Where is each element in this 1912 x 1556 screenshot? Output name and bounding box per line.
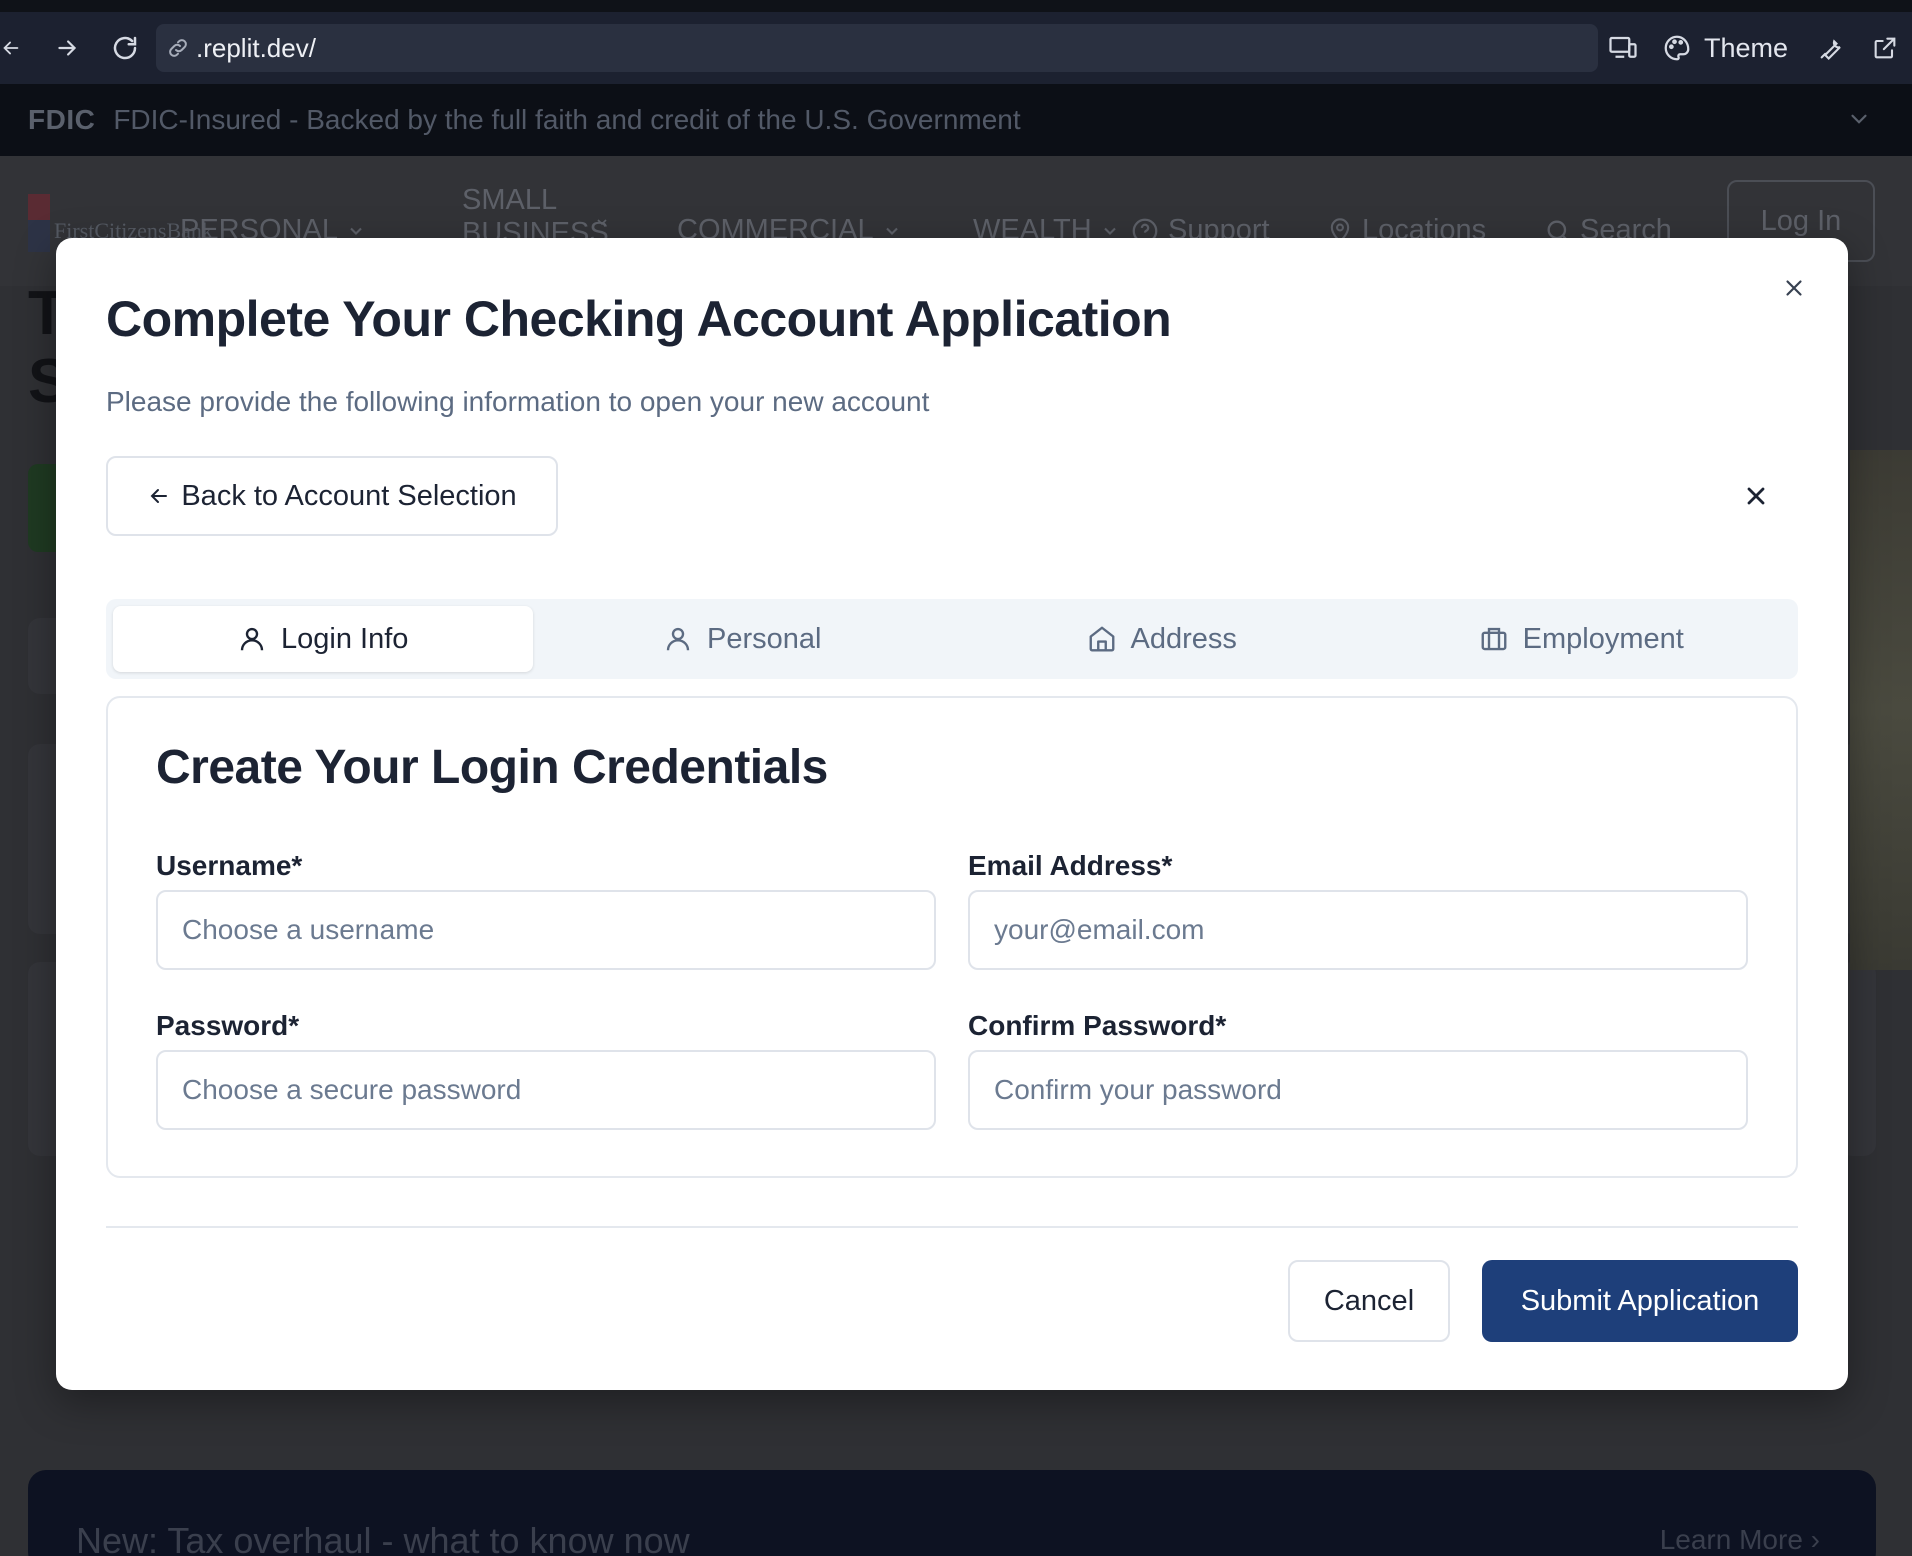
password-input[interactable] (156, 1050, 936, 1130)
tab-employment[interactable]: Employment (1372, 606, 1792, 672)
user-icon (666, 627, 690, 651)
palette-icon[interactable] (1650, 24, 1704, 72)
footer-divider (106, 1226, 1798, 1228)
email-input[interactable] (968, 890, 1748, 970)
tab-login-info[interactable]: Login Info (113, 606, 533, 672)
form-close-button[interactable] (1738, 478, 1774, 514)
news-banner-text: New: Tax overhaul - what to know now (76, 1520, 690, 1556)
news-banner: New: Tax overhaul - what to know now Lea… (28, 1470, 1876, 1556)
theme-label[interactable]: Theme (1704, 33, 1788, 64)
modal-title: Complete Your Checking Account Applicati… (106, 291, 1172, 347)
back-to-account-selection-button[interactable]: Back to Account Selection (106, 456, 558, 536)
wrench-icon[interactable] (1804, 24, 1858, 72)
username-label: Username* (156, 850, 303, 881)
browser-toolbar: .replit.dev/ Theme (0, 0, 1912, 84)
password-label: Password* (156, 1010, 300, 1041)
fdic-banner: FDIC FDIC-Insured - Backed by the full f… (0, 84, 1912, 156)
fdic-text: FDIC-Insured - Backed by the full faith … (113, 104, 1021, 135)
email-label: Email Address* (968, 850, 1173, 881)
news-banner-link: Learn More › (1659, 1524, 1820, 1555)
chevron-down-icon (1846, 106, 1872, 132)
back-button-label: Back to Account Selection (181, 479, 517, 512)
modal-close-button[interactable] (1776, 270, 1812, 306)
section-title: Create Your Login Credentials (156, 741, 828, 794)
hero-image-fragment (1850, 450, 1912, 970)
application-tabs: Login Info Personal Address Employment (106, 599, 1798, 679)
submit-application-button[interactable]: Submit Application (1482, 1260, 1798, 1342)
tab-label: Personal (707, 622, 822, 655)
confirm-password-label: Confirm Password* (968, 1010, 1227, 1041)
login-credentials-card: Create Your Login Credentials Username* … (106, 696, 1798, 1178)
username-input[interactable] (156, 890, 936, 970)
briefcase-icon (1481, 627, 1507, 651)
tab-address[interactable]: Address (952, 606, 1372, 672)
fdic-logo: FDIC (28, 104, 96, 135)
bank-logo-flag (28, 194, 50, 252)
close-icon (1747, 487, 1765, 505)
application-modal: Complete Your Checking Account Applicati… (56, 238, 1848, 1390)
tab-label: Address (1130, 622, 1237, 655)
forward-nav-icon[interactable] (40, 21, 94, 75)
home-icon (1089, 626, 1114, 652)
nav-small-business: SMALL BUSINESS (462, 184, 609, 244)
chevron-down-icon (594, 214, 610, 230)
user-icon (240, 627, 264, 651)
tab-personal[interactable]: Personal (533, 606, 953, 672)
link-icon (166, 36, 190, 60)
confirm-password-input[interactable] (968, 1050, 1748, 1130)
tab-label: Employment (1522, 622, 1684, 655)
arrow-left-icon (150, 489, 168, 503)
address-bar[interactable]: .replit.dev/ (156, 24, 1598, 72)
modal-subtitle: Please provide the following information… (106, 386, 930, 417)
external-link-icon[interactable] (1858, 24, 1912, 72)
tab-label: Login Info (281, 622, 409, 655)
url-text: .replit.dev/ (196, 32, 316, 63)
devices-icon[interactable] (1596, 24, 1650, 72)
close-icon (1786, 280, 1802, 296)
reload-icon[interactable] (98, 21, 152, 75)
cancel-button[interactable]: Cancel (1288, 1260, 1450, 1342)
back-nav-icon[interactable] (0, 21, 28, 75)
